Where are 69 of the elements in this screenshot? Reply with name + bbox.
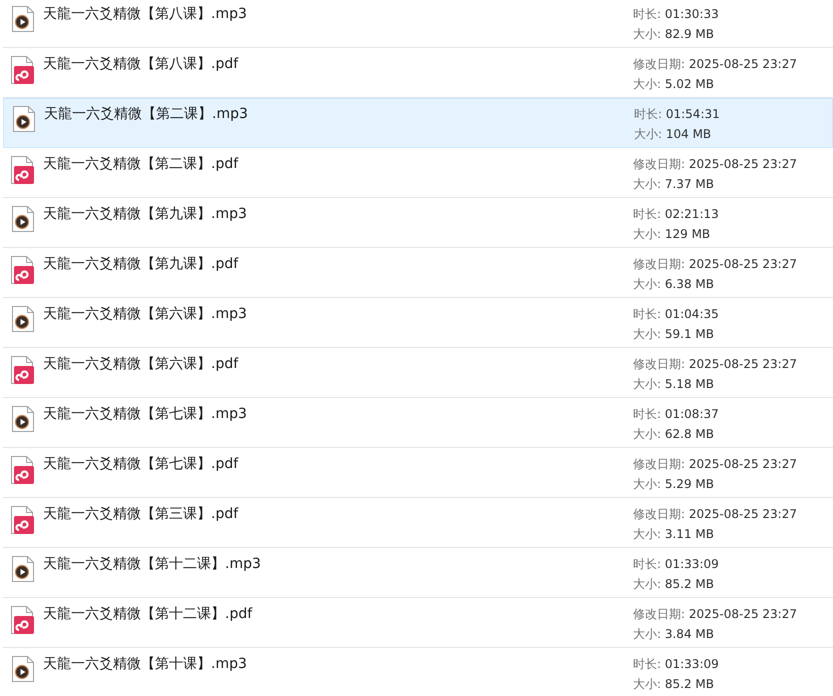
file-name: 天龍一六爻精微【第十二课】.pdf	[43, 606, 252, 622]
file-detail: 大小: 5.18 MB	[633, 376, 715, 393]
file-detail: 时长: 01:33:09	[633, 656, 719, 673]
audio-file-icon	[11, 655, 35, 683]
audio-file-icon	[11, 205, 35, 233]
file-name: 天龍一六爻精微【第三课】.pdf	[43, 506, 238, 522]
file-name: 天龍一六爻精微【第六课】.mp3	[43, 306, 247, 322]
file-detail: 时长: 02:21:13	[633, 206, 719, 223]
pdf-file-icon	[10, 155, 36, 185]
file-detail: 大小: 59.1 MB	[633, 326, 715, 343]
pdf-file-icon	[10, 455, 36, 485]
pdf-file-icon	[10, 355, 36, 385]
file-detail: 时长: 01:30:33	[633, 6, 719, 23]
pdf-file-icon	[10, 505, 36, 535]
audio-file-icon	[11, 555, 35, 583]
file-item[interactable]: 天龍一六爻精微【第二课】.mp3 时长: 01:54:31 大小: 104 MB	[3, 98, 833, 148]
file-detail: 大小: 82.9 MB	[633, 26, 715, 43]
file-detail: 修改日期: 2025-08-25 23:27	[633, 456, 797, 473]
file-name: 天龍一六爻精微【第十课】.mp3	[43, 656, 247, 672]
file-item[interactable]: 天龍一六爻精微【第六课】.mp3 时长: 01:04:35 大小: 59.1 MB	[3, 298, 833, 348]
file-item[interactable]: 天龍一六爻精微【第十二课】.mp3 时长: 01:33:09 大小: 85.2 MB	[3, 548, 833, 598]
file-detail: 修改日期: 2025-08-25 23:27	[633, 256, 797, 273]
file-detail: 修改日期: 2025-08-25 23:27	[633, 606, 797, 623]
file-item[interactable]: 天龍一六爻精微【第二课】.pdf 修改日期: 2025-08-25 23:27 大小: 7.37 MB	[3, 148, 833, 198]
audio-file-icon	[11, 5, 35, 33]
file-detail: 时长: 01:08:37	[633, 406, 719, 423]
file-detail: 大小: 3.11 MB	[633, 526, 715, 543]
file-item[interactable]: 天龍一六爻精微【第七课】.mp3 时长: 01:08:37 大小: 62.8 MB	[3, 398, 833, 448]
file-detail: 修改日期: 2025-08-25 23:27	[633, 506, 797, 523]
file-detail: 大小: 5.02 MB	[633, 76, 715, 93]
file-name: 天龍一六爻精微【第二课】.pdf	[43, 156, 238, 172]
audio-file-icon	[11, 305, 35, 333]
file-detail: 大小: 104 MB	[634, 126, 712, 143]
file-detail: 大小: 5.29 MB	[633, 476, 715, 493]
file-name: 天龍一六爻精微【第八课】.mp3	[43, 6, 247, 22]
file-detail: 大小: 85.2 MB	[633, 576, 715, 593]
file-detail: 大小: 129 MB	[633, 226, 712, 243]
file-detail: 时长: 01:04:35	[633, 306, 719, 323]
file-detail: 大小: 3.84 MB	[633, 626, 715, 643]
file-item[interactable]: 天龍一六爻精微【第十二课】.pdf 修改日期: 2025-08-25 23:27 大小: 3.84 MB	[3, 598, 833, 648]
file-name: 天龍一六爻精微【第九课】.mp3	[43, 206, 247, 222]
file-name: 天龍一六爻精微【第八课】.pdf	[43, 56, 238, 72]
file-detail: 大小: 6.38 MB	[633, 276, 715, 293]
pdf-file-icon	[10, 255, 36, 285]
file-item[interactable]: 天龍一六爻精微【第八课】.mp3 时长: 01:30:33 大小: 82.9 MB	[3, 0, 833, 48]
file-name: 天龍一六爻精微【第二课】.mp3	[44, 106, 248, 122]
audio-file-icon	[11, 405, 35, 433]
file-item[interactable]: 天龍一六爻精微【第九课】.mp3 时长: 02:21:13 大小: 129 MB	[3, 198, 833, 248]
file-name: 天龍一六爻精微【第十二课】.mp3	[43, 556, 261, 572]
file-detail: 大小: 7.37 MB	[633, 176, 715, 193]
pdf-file-icon	[10, 55, 36, 85]
file-item[interactable]: 天龍一六爻精微【第九课】.pdf 修改日期: 2025-08-25 23:27 大小: 6.38 MB	[3, 248, 833, 298]
file-detail: 大小: 62.8 MB	[633, 426, 715, 443]
file-detail: 时长: 01:54:31	[634, 106, 720, 123]
pdf-file-icon	[10, 605, 36, 635]
file-detail: 修改日期: 2025-08-25 23:27	[633, 56, 797, 73]
file-name: 天龍一六爻精微【第七课】.pdf	[43, 456, 238, 472]
file-name: 天龍一六爻精微【第七课】.mp3	[43, 406, 247, 422]
audio-file-icon	[12, 105, 36, 133]
file-detail: 时长: 01:33:09	[633, 556, 719, 573]
file-detail: 修改日期: 2025-08-25 23:27	[633, 356, 797, 373]
file-detail: 大小: 85.2 MB	[633, 676, 715, 693]
file-item[interactable]: 天龍一六爻精微【第七课】.pdf 修改日期: 2025-08-25 23:27 大小: 5.29 MB	[3, 448, 833, 498]
file-detail: 修改日期: 2025-08-25 23:27	[633, 156, 797, 173]
file-item[interactable]: 天龍一六爻精微【第六课】.pdf 修改日期: 2025-08-25 23:27 大小: 5.18 MB	[3, 348, 833, 398]
file-item[interactable]: 天龍一六爻精微【第十课】.mp3 时长: 01:33:09 大小: 85.2 MB	[3, 648, 833, 696]
file-name: 天龍一六爻精微【第九课】.pdf	[43, 256, 238, 272]
file-item[interactable]: 天龍一六爻精微【第三课】.pdf 修改日期: 2025-08-25 23:27 大小: 3.11 MB	[3, 498, 833, 548]
file-name: 天龍一六爻精微【第六课】.pdf	[43, 356, 238, 372]
